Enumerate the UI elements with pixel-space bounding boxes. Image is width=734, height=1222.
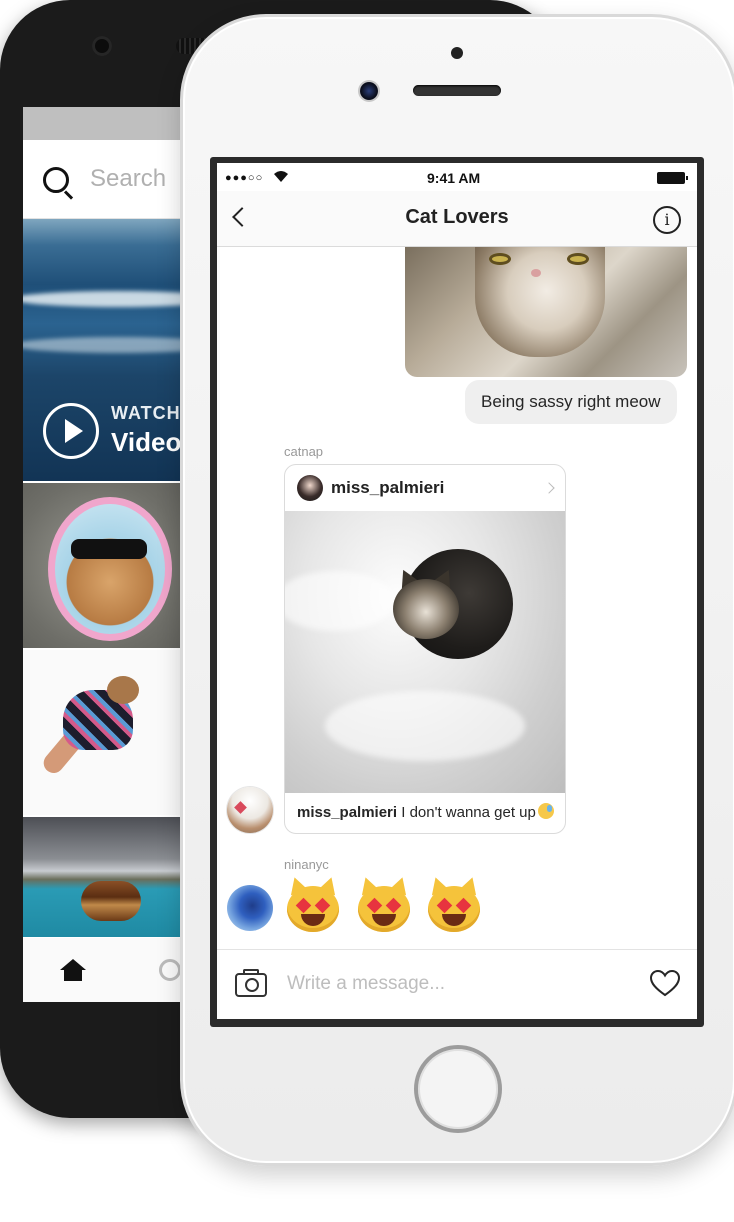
sheet-fold <box>285 571 395 631</box>
watch-label: WATCH <box>111 403 181 423</box>
signal-strength: ●●●○○ <box>225 172 264 184</box>
heart-icon[interactable] <box>649 969 681 997</box>
search-placeholder: Search <box>90 165 167 192</box>
burger-image <box>81 881 141 921</box>
heart-eyes-cat-icon <box>425 874 483 934</box>
front-camera <box>360 82 378 100</box>
sender-name: ninanyc <box>284 857 329 872</box>
sunglasses-image <box>71 539 147 559</box>
caption-author[interactable]: miss_palmieri <box>297 804 397 821</box>
post-caption: miss_palmieri I don't wanna get up <box>297 803 554 821</box>
post-photo[interactable] <box>285 511 565 793</box>
home-button[interactable] <box>414 1045 502 1133</box>
battery-icon <box>657 172 688 184</box>
front-sensor-dot <box>451 47 463 59</box>
sleepy-face-icon <box>537 803 554 819</box>
heart-eyes-cat-icon <box>284 874 342 934</box>
avatar[interactable] <box>227 885 273 931</box>
front-phone-screen: ●●●○○ 9:41 AM Cat Lovers i Being sassy r… <box>217 163 697 1019</box>
search-tab-icon[interactable] <box>159 959 181 981</box>
shared-post-card[interactable]: miss_palmieri miss_palmieri I don't wann… <box>284 464 566 834</box>
cat-head-image <box>393 579 459 639</box>
camera-icon[interactable] <box>235 969 267 997</box>
cat-eye <box>489 253 511 265</box>
heart-balloon-icon <box>234 801 247 814</box>
back-phone-camera <box>92 36 112 56</box>
mirror-image <box>48 497 172 641</box>
caption-text: I don't wanna get up <box>397 804 536 821</box>
conversation-title: Cat Lovers <box>405 206 509 228</box>
avatar[interactable] <box>297 475 323 501</box>
front-speaker <box>413 85 501 96</box>
message-input[interactable] <box>285 965 639 1003</box>
search-icon <box>43 167 69 193</box>
chevron-right-icon <box>543 482 555 494</box>
cat-eye <box>567 253 589 265</box>
info-icon[interactable]: i <box>653 206 681 234</box>
heart-eyes-cat-icon <box>355 874 413 934</box>
video-label: Video <box>111 427 182 457</box>
home-icon[interactable] <box>59 958 87 982</box>
message-bubble-outgoing[interactable]: Being sassy right meow <box>465 380 677 424</box>
shared-photo-message[interactable] <box>405 247 687 377</box>
play-icon[interactable] <box>43 403 99 459</box>
status-time: 9:41 AM <box>427 170 481 186</box>
avatar[interactable] <box>227 787 273 833</box>
cat-nose <box>531 269 541 277</box>
wifi-icon <box>274 171 288 182</box>
sheet-fold <box>325 691 525 761</box>
sender-name: catnap <box>284 444 324 459</box>
dog-head-image <box>107 676 139 704</box>
post-author-username[interactable]: miss_palmieri <box>331 478 444 498</box>
